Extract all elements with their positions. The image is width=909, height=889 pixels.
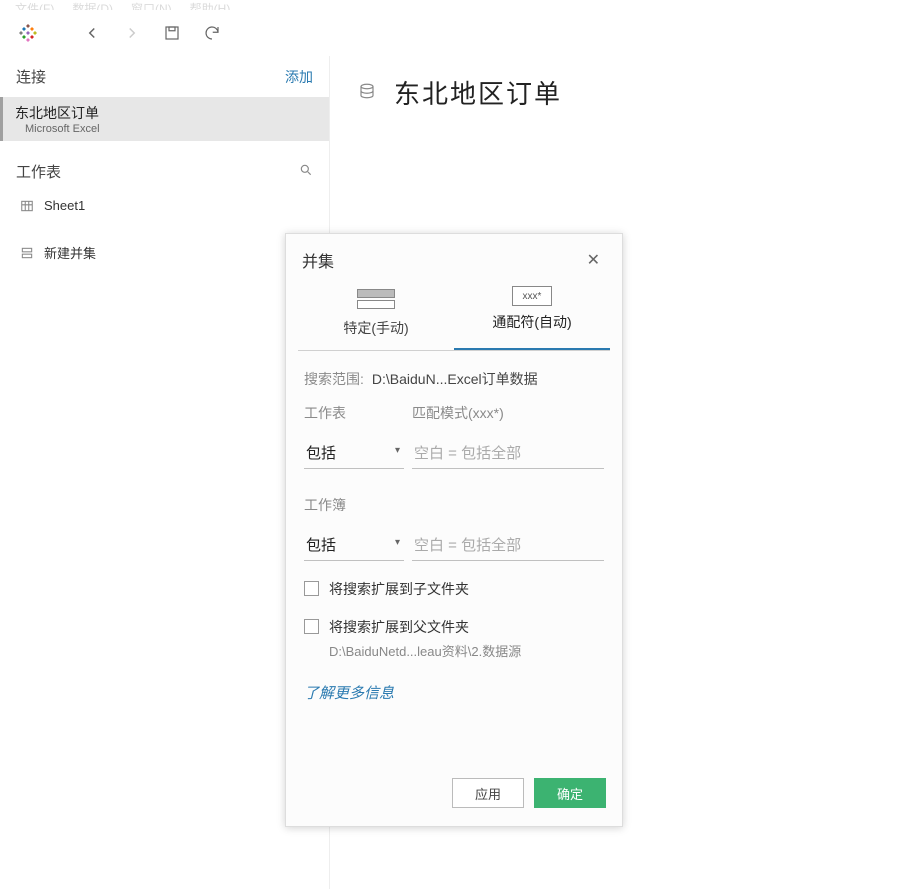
back-button[interactable]: [74, 15, 110, 51]
workbook-pattern-input[interactable]: [412, 531, 604, 561]
wildcard-tab-icon: xxx*: [512, 286, 552, 306]
sheet-item[interactable]: Sheet1: [0, 192, 329, 219]
search-scope-value: D:\BaiduN...Excel订单数据: [372, 369, 538, 389]
datasource-icon: [358, 82, 376, 103]
close-icon[interactable]: ✕: [581, 248, 606, 272]
expand-parent-checkbox[interactable]: [304, 619, 319, 634]
save-button[interactable]: [154, 15, 190, 51]
connections-header: 连接: [16, 66, 46, 87]
search-scope-label: 搜索范围:: [304, 369, 364, 389]
forward-button[interactable]: [114, 15, 150, 51]
union-dialog: 并集 ✕ 特定(手动) xxx* 通配符(自动) 搜索范围: D:\BaiduN…: [285, 233, 623, 827]
sheet-icon: [20, 199, 34, 213]
worksheet-include-select[interactable]: 包括: [304, 439, 404, 469]
connection-title: 东北地区订单: [15, 103, 315, 123]
tab-wildcard-label: 通配符(自动): [492, 312, 571, 332]
new-union-item[interactable]: 新建并集: [0, 237, 329, 268]
union-tabs: 特定(手动) xxx* 通配符(自动): [298, 280, 610, 351]
search-icon[interactable]: [299, 163, 313, 181]
tab-manual-label: 特定(手动): [343, 318, 408, 338]
menu-bar[interactable]: 文件(F) 数据(D) 窗口(N) 帮助(H): [0, 0, 909, 10]
datasource-title[interactable]: 东北地区订单: [394, 74, 562, 111]
refresh-button[interactable]: [194, 15, 230, 51]
sheet-label: Sheet1: [44, 198, 85, 213]
expand-subfolders-checkbox[interactable]: [304, 581, 319, 596]
pattern-field-label: 匹配模式(xxx*): [412, 403, 604, 423]
manual-tab-icon: [355, 286, 397, 312]
new-union-label: 新建并集: [44, 243, 96, 262]
workbook-field-label: 工作簿: [304, 495, 404, 515]
worksheet-field-label: 工作表: [304, 403, 404, 423]
tableau-logo-icon[interactable]: [10, 15, 46, 51]
expand-parent-label: 将搜索扩展到父文件夹: [329, 617, 469, 637]
tab-manual[interactable]: 特定(手动): [298, 280, 454, 350]
tab-wildcard[interactable]: xxx* 通配符(自动): [454, 280, 610, 350]
ok-button[interactable]: 确定: [534, 778, 606, 808]
toolbar: [0, 10, 909, 56]
expand-subfolders-label: 将搜索扩展到子文件夹: [329, 579, 469, 599]
expand-parent-path: D:\BaiduNetd...leau资料\2.数据源: [329, 641, 604, 660]
worksheets-header: 工作表: [16, 161, 61, 182]
apply-button[interactable]: 应用: [452, 778, 524, 808]
connection-subtitle: Microsoft Excel: [25, 123, 315, 135]
worksheet-pattern-input[interactable]: [412, 439, 604, 469]
sidebar: 连接 添加 东北地区订单 Microsoft Excel 工作表 Sheet1 …: [0, 56, 330, 889]
workbook-include-select[interactable]: 包括: [304, 531, 404, 561]
connection-item[interactable]: 东北地区订单 Microsoft Excel: [0, 97, 329, 141]
dialog-title: 并集: [302, 248, 334, 272]
learn-more-link[interactable]: 了解更多信息: [304, 682, 394, 703]
add-connection-link[interactable]: 添加: [285, 67, 313, 87]
union-icon: [20, 246, 34, 260]
